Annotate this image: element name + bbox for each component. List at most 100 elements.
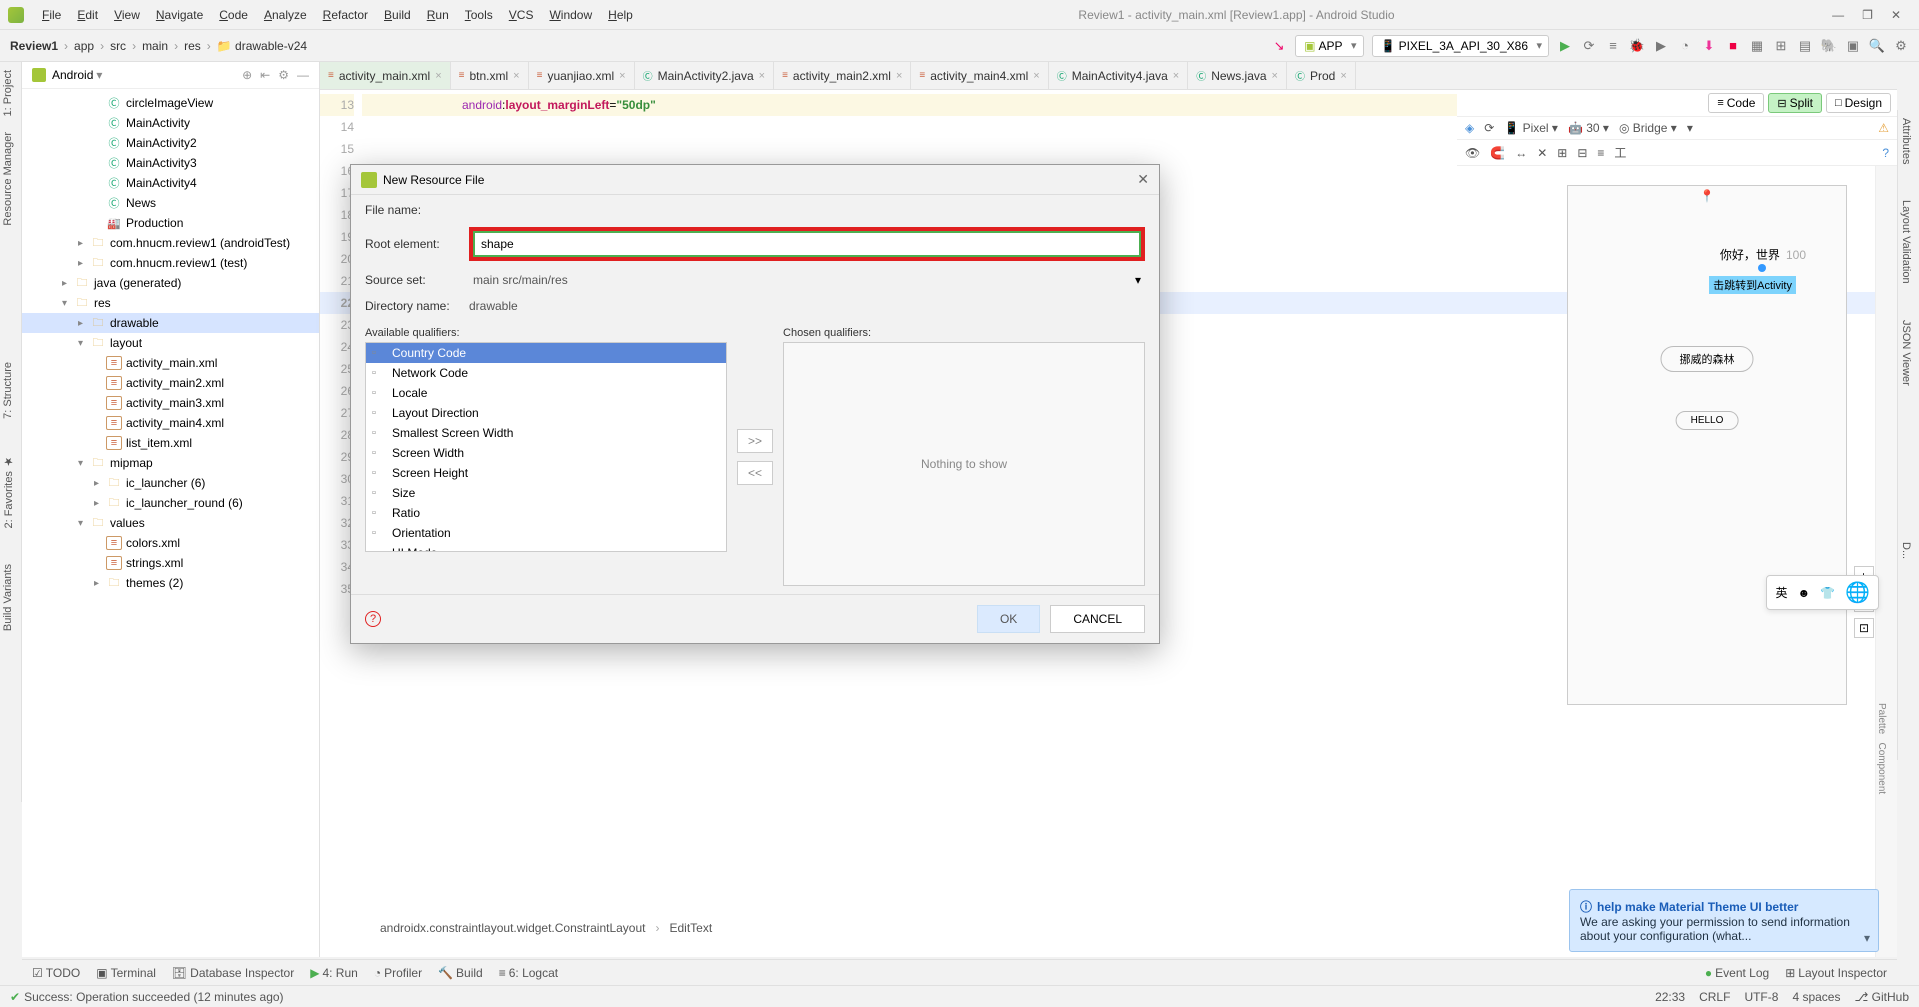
profile-icon[interactable]: ◔: [1677, 38, 1693, 54]
ime-globe-icon[interactable]: 🌐: [1845, 580, 1870, 605]
debug-icon[interactable]: 🐞: [1629, 38, 1645, 54]
align-icon[interactable]: ≡: [1597, 146, 1604, 160]
pack-icon[interactable]: ⊟: [1577, 146, 1587, 160]
layout-validation-tool-tab[interactable]: Layout Validation: [1898, 192, 1914, 292]
project-tool-tab[interactable]: 1: Project: [0, 62, 16, 124]
tab-close-icon[interactable]: ×: [619, 70, 625, 82]
qualifier-item[interactable]: ▫Network Code: [366, 363, 726, 383]
editor-tab[interactable]: ≡activity_main2.xml×: [774, 62, 911, 89]
status-encoding[interactable]: UTF-8: [1744, 990, 1778, 1004]
root-element-input[interactable]: [473, 231, 1141, 257]
device-dropdown[interactable]: 📱 PIXEL_3A_API_30_X86: [1372, 35, 1549, 57]
menu-vcs[interactable]: VCS: [501, 8, 542, 22]
tree-item[interactable]: ▸🗀ic_launcher (6): [22, 473, 319, 493]
tree-item[interactable]: ▸🗀themes (2): [22, 573, 319, 593]
tree-item[interactable]: ≡activity_main.xml: [22, 353, 319, 373]
tree-item[interactable]: ⒸMainActivity3: [22, 153, 319, 173]
qualifier-item[interactable]: ▫Orientation: [366, 523, 726, 543]
tree-item[interactable]: ⒸMainActivity: [22, 113, 319, 133]
menu-refactor[interactable]: Refactor: [315, 8, 376, 22]
menu-help[interactable]: Help: [600, 8, 641, 22]
qualifier-item[interactable]: ▫Locale: [366, 383, 726, 403]
breadcrumb-item[interactable]: app: [74, 39, 94, 53]
coverage-icon[interactable]: ▶: [1653, 38, 1669, 54]
editor-tab[interactable]: ⒸNews.java×: [1188, 62, 1287, 89]
notification-expand-icon[interactable]: ▾: [1864, 931, 1870, 945]
tab-close-icon[interactable]: ×: [435, 70, 441, 82]
tab-close-icon[interactable]: ×: [1173, 70, 1179, 82]
target-icon[interactable]: ⊕: [242, 68, 252, 82]
resource-manager-tool-tab[interactable]: Resource Manager: [0, 124, 16, 234]
stop-icon[interactable]: ■: [1725, 38, 1741, 54]
ime-emoji-icon[interactable]: ☻: [1798, 586, 1811, 600]
status-line-sep[interactable]: CRLF: [1699, 990, 1730, 1004]
theme-picker[interactable]: ◎ Bridge ▾: [1619, 121, 1677, 135]
default-margins-icon[interactable]: ↔: [1515, 146, 1527, 160]
tab-close-icon[interactable]: ×: [759, 70, 765, 82]
editor-tab[interactable]: ≡yuanjiao.xml×: [529, 62, 635, 89]
hide-icon[interactable]: —: [297, 68, 309, 82]
build-variants-tool-tab[interactable]: Build Variants: [0, 556, 16, 639]
tree-item[interactable]: ≡activity_main3.xml: [22, 393, 319, 413]
tree-item[interactable]: ▸🗀drawable: [22, 313, 319, 333]
tab-close-icon[interactable]: ×: [1272, 70, 1278, 82]
tree-item[interactable]: ▸🗀com.hnucm.review1 (androidTest): [22, 233, 319, 253]
tree-item[interactable]: ≡list_item.xml: [22, 433, 319, 453]
tree-item[interactable]: ≡colors.xml: [22, 533, 319, 553]
ime-language[interactable]: 英: [1775, 584, 1787, 601]
layout-inspector-tool[interactable]: ⊞Layout Inspector: [1785, 966, 1887, 980]
menu-tools[interactable]: Tools: [457, 8, 501, 22]
tab-close-icon[interactable]: ×: [513, 70, 519, 82]
menu-navigate[interactable]: Navigate: [148, 8, 211, 22]
warnings-icon[interactable]: ⚠: [1878, 121, 1889, 135]
apply-changes-icon[interactable]: ⟳: [1581, 38, 1597, 54]
close-icon[interactable]: ✕: [1891, 8, 1901, 22]
structure-tool-tab[interactable]: 7: Structure: [0, 354, 16, 427]
editor-tab[interactable]: ≡activity_main4.xml×: [911, 62, 1048, 89]
tree-item[interactable]: ▸🗀java (generated): [22, 273, 319, 293]
guidelines-icon[interactable]: 工: [1614, 144, 1626, 161]
tree-item[interactable]: ▸🗀ic_launcher_round (6): [22, 493, 319, 513]
tree-item[interactable]: ▾🗀values: [22, 513, 319, 533]
database-inspector-tool[interactable]: 🗄Database Inspector: [172, 966, 294, 980]
status-git[interactable]: ⎇ GitHub: [1854, 990, 1909, 1004]
tree-item[interactable]: 🏭Production: [22, 213, 319, 233]
status-indent[interactable]: 4 spaces: [1792, 990, 1840, 1004]
tab-close-icon[interactable]: ×: [896, 70, 902, 82]
tab-split[interactable]: ⊟ Split: [1768, 93, 1822, 113]
notification-popup[interactable]: ⓘhelp make Material Theme UI better We a…: [1569, 889, 1879, 952]
device-picker[interactable]: 📱 Pixel ▾: [1504, 121, 1558, 135]
tab-close-icon[interactable]: ×: [1033, 70, 1039, 82]
run-icon[interactable]: ▶: [1557, 38, 1573, 54]
menu-run[interactable]: Run: [419, 8, 457, 22]
menu-window[interactable]: Window: [541, 8, 600, 22]
remove-qualifier-button[interactable]: <<: [737, 461, 773, 485]
tree-item[interactable]: ⒸMainActivity4: [22, 173, 319, 193]
qualifier-item[interactable]: ▫Layout Direction: [366, 403, 726, 423]
menu-code[interactable]: Code: [211, 8, 256, 22]
tree-item[interactable]: ▾🗀res: [22, 293, 319, 313]
attach-debugger-icon[interactable]: ⬇: [1701, 38, 1717, 54]
run-config-dropdown[interactable]: ▣ APP: [1295, 35, 1363, 57]
cancel-button[interactable]: CANCEL: [1050, 605, 1145, 633]
tree-item[interactable]: ⒸNews: [22, 193, 319, 213]
infer-constraints-icon[interactable]: ⊞: [1557, 146, 1567, 160]
favorites-tool-tab[interactable]: 2: Favorites ★: [0, 447, 17, 537]
editor-tab[interactable]: ⒸProd×: [1287, 62, 1356, 89]
tab-design[interactable]: □ Design: [1826, 93, 1891, 113]
preview-button-norway[interactable]: 挪威的森林: [1661, 346, 1754, 372]
profiler-tool[interactable]: ◔Profiler: [374, 966, 422, 980]
tree-item[interactable]: ⒸcircleImageView: [22, 93, 319, 113]
breadcrumb-item[interactable]: main: [142, 39, 168, 53]
menu-edit[interactable]: Edit: [69, 8, 106, 22]
qualifier-item[interactable]: ▫Screen Height: [366, 463, 726, 483]
chosen-qualifiers-list[interactable]: Nothing to show: [783, 342, 1145, 586]
tree-item[interactable]: ≡activity_main2.xml: [22, 373, 319, 393]
available-qualifiers-list[interactable]: ▫Country Code▫Network Code▫Locale▫Layout…: [365, 342, 727, 552]
menu-file[interactable]: File: [34, 8, 69, 22]
sync-icon[interactable]: 🐘: [1821, 38, 1837, 54]
dialog-close-icon[interactable]: ✕: [1137, 171, 1149, 188]
breadcrumb-item[interactable]: res: [184, 39, 201, 53]
editor-tab[interactable]: ≡activity_main.xml×: [320, 62, 451, 89]
tab-code[interactable]: ≡ Code: [1708, 93, 1764, 113]
